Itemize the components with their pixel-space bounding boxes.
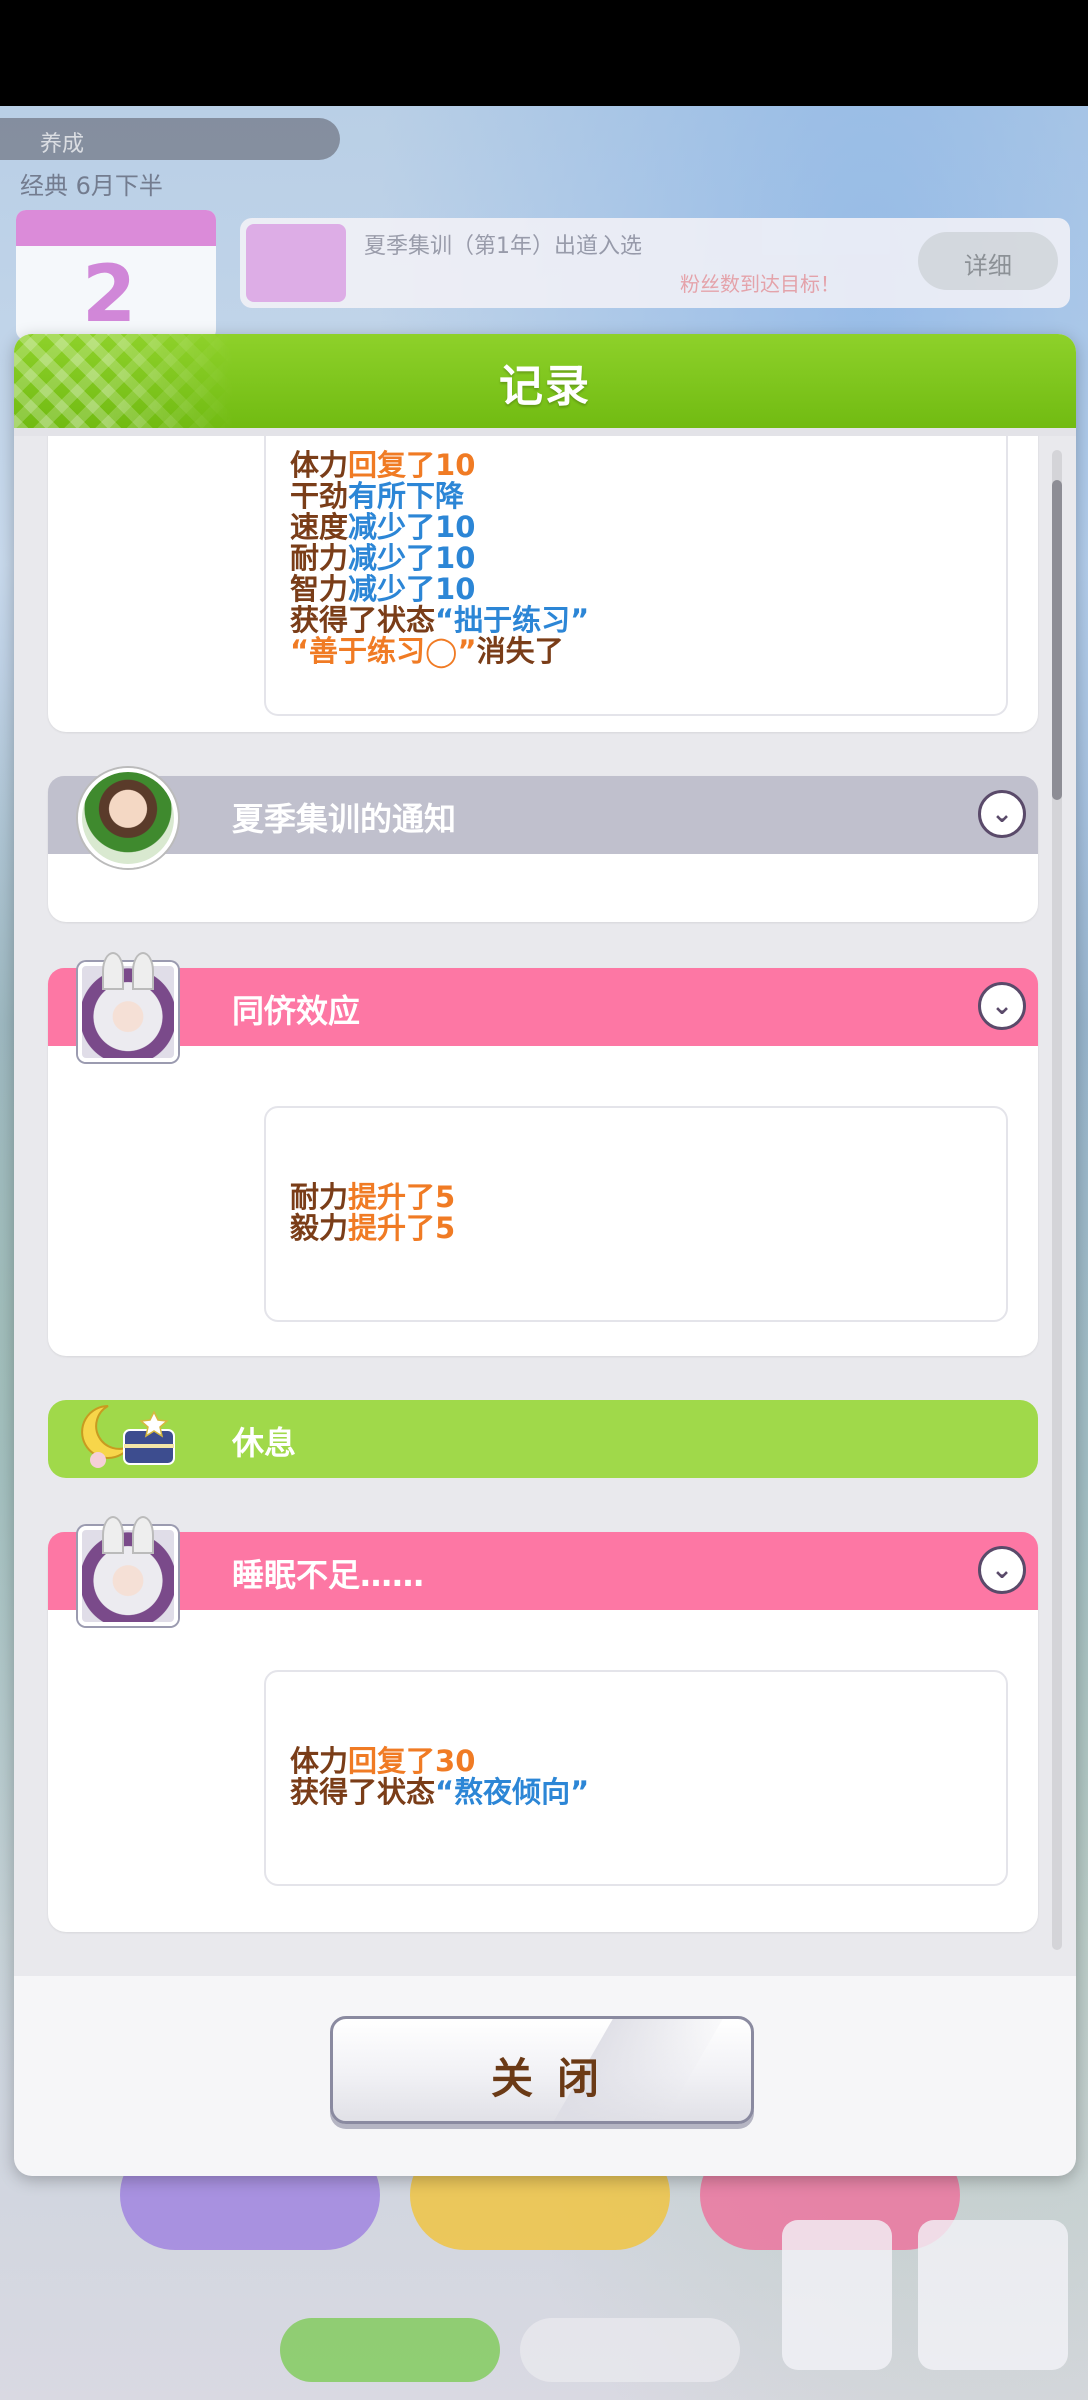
entry-title: 休息	[232, 1424, 297, 1462]
background-turn-panel: 2	[16, 210, 216, 340]
trainer-avatar-icon	[78, 768, 178, 868]
result-line: 干劲有所下降	[290, 479, 465, 513]
chevron-down-icon[interactable]: ⌄	[978, 982, 1026, 1030]
rest-moon-icon	[68, 1394, 175, 1494]
background-button	[520, 2318, 740, 2382]
result-lines: 耐力提升了5 毅力提升了5	[290, 1182, 455, 1244]
result-line: 耐力提升了5	[290, 1180, 456, 1214]
result-box: 体力回复了10 干劲有所下降 速度减少了10 耐力减少了10 智力减少了10 获…	[264, 436, 1008, 716]
entry-header[interactable]: 睡眠不足…… ⌄	[48, 1532, 1038, 1610]
result-line: 获得了状态“拙于练习”	[290, 603, 590, 637]
background-goal-panel: 夏季集训（第1年）出道入选 粉丝数到达目标！ 详细	[240, 218, 1070, 308]
close-button-label: 关闭	[490, 2054, 623, 2103]
umamusume-avatar-icon	[78, 1516, 178, 1626]
record-entry: 睡眠不足…… ⌄ 体力回复了30 获得了状态“熬夜倾向”	[48, 1516, 1038, 1932]
result-line: 智力减少了10	[290, 572, 476, 606]
result-line: 体力回复了10	[290, 448, 476, 482]
record-entry: 休息	[48, 1400, 1038, 1478]
background-date: 经典 6月下半	[20, 172, 163, 200]
umamusume-avatar-icon	[78, 952, 178, 1062]
entry-header: 休息	[48, 1400, 1038, 1478]
record-dialog: 记录 体力回复了10 干劲有所下降 速度减少了10 耐力减少了10 智力减少了1…	[14, 334, 1076, 2176]
result-box: 耐力提升了5 毅力提升了5	[264, 1106, 1008, 1322]
close-button[interactable]: 关闭	[330, 2016, 754, 2124]
background-goal-subtext: 粉丝数到达目标！	[680, 272, 840, 296]
entry-title: 夏季集训的通知	[232, 800, 457, 838]
dialog-header: 记录	[14, 334, 1076, 428]
result-box: 体力回复了30 获得了状态“熬夜倾向”	[264, 1670, 1008, 1886]
record-entry: 同侪效应 ⌄ 耐力提升了5 毅力提升了5	[48, 952, 1038, 1356]
record-entry: 体力回复了10 干劲有所下降 速度减少了10 耐力减少了10 智力减少了10 获…	[48, 436, 1038, 732]
result-line: 耐力减少了10	[290, 541, 476, 575]
result-line: 获得了状态“熬夜倾向”	[290, 1775, 590, 1809]
record-list[interactable]: 体力回复了10 干劲有所下降 速度减少了10 耐力减少了10 智力减少了10 获…	[14, 436, 1076, 1976]
scrollbar[interactable]	[1052, 450, 1062, 1950]
entry-header[interactable]: 同侪效应 ⌄	[48, 968, 1038, 1046]
entry-title: 睡眠不足……	[232, 1556, 425, 1594]
record-entry: 夏季集训的通知 ⌄	[48, 768, 1038, 922]
dialog-title: 记录	[499, 361, 591, 412]
result-lines: 体力回复了10 干劲有所下降 速度减少了10 耐力减少了10 智力减少了10 获…	[290, 450, 589, 667]
background-goal-text: 夏季集训（第1年）出道入选	[364, 234, 642, 259]
result-line: 速度减少了10	[290, 510, 476, 544]
background-menu-button	[918, 2220, 1068, 2370]
chevron-down-icon[interactable]: ⌄	[978, 790, 1026, 838]
background-button	[280, 2318, 500, 2382]
result-line: “善于练习◯”消失了	[290, 634, 564, 668]
background-top-bar: 养成	[0, 118, 340, 160]
status-bar	[0, 0, 1088, 106]
background-turn-number: 2	[82, 250, 137, 340]
background-top-label: 养成	[40, 132, 85, 157]
result-lines: 体力回复了30 获得了状态“熬夜倾向”	[290, 1746, 589, 1808]
scrollbar-thumb[interactable]	[1052, 480, 1062, 800]
result-line: 毅力提升了5	[290, 1211, 456, 1245]
chevron-down-icon[interactable]: ⌄	[978, 1546, 1026, 1594]
background-menu-button	[782, 2220, 892, 2370]
result-line: 体力回复了30	[290, 1744, 476, 1778]
background-goal-button: 详细	[964, 252, 1012, 280]
entry-header[interactable]: 夏季集训的通知 ⌄	[48, 776, 1038, 854]
entry-title: 同侪效应	[232, 992, 361, 1030]
